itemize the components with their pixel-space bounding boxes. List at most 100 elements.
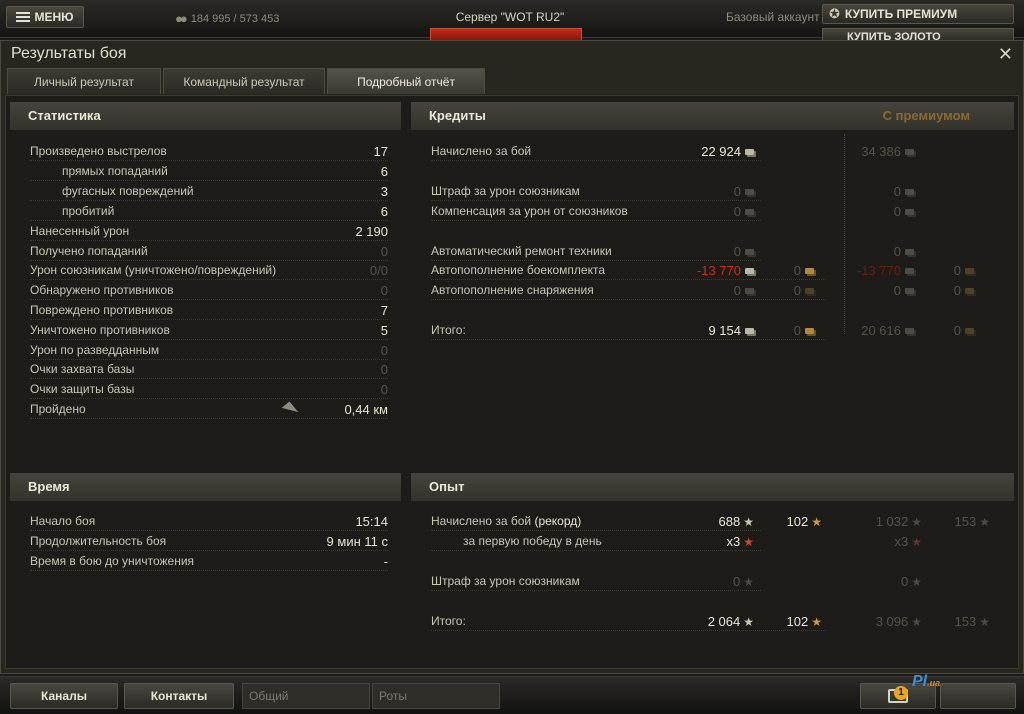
stats-row: пробитий 6 [30,202,388,221]
stats-label: Обнаружено противников [30,283,174,297]
xp-first-win-row: за первую победу в день [431,532,761,551]
stats-row: Повреждено противников 7 [30,301,388,320]
channel-common[interactable]: Общий [242,683,370,709]
menu-button[interactable]: МЕНЮ [6,6,84,28]
premium-star-icon: ✪ [829,6,840,21]
stats-value: 0/0 [369,263,388,278]
credits-ammo-premium: -13 770 [857,263,914,278]
credit-icon [905,268,914,274]
credits-earned-label: Начислено за бой [431,144,532,158]
stats-value: 0,44 км [344,402,388,417]
gold-icon [805,288,814,294]
xp-fine-row: Штраф за урон союзникам [431,572,761,591]
credits-header: Кредиты С премиумом [411,102,1014,130]
xp-star-icon: ★ [743,515,754,529]
time-value: 15:14 [355,514,388,529]
credits-total-label: Итого: [431,323,466,337]
credits-fine-value: 0 [734,184,754,199]
credits-repair-value: 0 [734,244,754,259]
stats-value: 6 [380,164,388,179]
credit-icon [905,288,914,294]
gold-icon [805,328,814,334]
stats-header: Статистика [10,102,401,130]
detailed-report: Статистика Произведено выстрелов 17 прямых… [5,95,1019,669]
gold-icon [965,288,974,294]
results-tabs: Личный результат Командный результат Под… [7,68,485,94]
stats-label: Пройдено [30,402,86,416]
xp-total-premium: 3 096 ★ [875,614,922,629]
credits-comp-value: 0 [734,204,754,219]
stats-row: Очки защиты базы 0 [30,380,388,399]
tab-detailed[interactable]: Подробный отчёт [327,68,485,94]
stats-row: Нанесенный урон 2 190 [30,222,388,241]
tab-team[interactable]: Командный результат [163,68,325,94]
tab-personal[interactable]: Личный результат [7,68,161,94]
credits-comp-label: Компенсация за урон от союзников [431,204,628,218]
channel-companies[interactable]: Роты [372,683,500,709]
credits-repair-label: Автоматический ремонт техники [431,244,612,258]
credits-equip-gold: 0 [794,283,814,298]
online-counter: ●● 184 995 / 573 453 [175,11,279,26]
stats-row: фугасных повреждений 3 [30,182,388,201]
stats-row: Обнаружено противников 0 [30,281,388,300]
credit-icon [905,209,914,215]
free-xp-star-icon: ★ [979,515,990,529]
stats-value: 0 [380,343,388,358]
stats-label: Урон союзникам (уничтожено/повреждений) [30,263,277,277]
stats-label: пробитий [62,204,115,218]
players-icon: ●● [175,11,188,26]
credit-icon [745,328,754,334]
stats-row: Урон по разведданным 0 [30,341,388,360]
gold-icon [965,268,974,274]
menu-icon [16,11,31,23]
battle-results-window: Результаты боя ✕ Личный результат Команд… [0,40,1024,674]
credits-ammo-premium-gold: 0 [954,263,974,278]
xp-header: Опыт [411,473,1014,501]
bonus-star-icon: ★ [743,535,754,549]
time-value: - [383,554,388,569]
stats-value: 6 [380,204,388,219]
notifications-button[interactable] [940,683,1016,709]
stats-label: Очки защиты базы [30,382,135,396]
stats-value: 0 [380,362,388,377]
window-title: Результаты боя [11,45,127,62]
credits-repair-premium: 0 [894,244,914,259]
credit-icon [745,249,754,255]
contacts-button[interactable]: Контакты [124,683,234,709]
credits-equip-label: Автопополнение снаряжения [431,283,594,297]
stats-label: прямых попаданий [62,164,168,178]
xp-fine-value: 0 ★ [733,574,754,589]
time-label: Начало боя [30,514,96,528]
stats-row: Очки захвата базы 0 [30,360,388,379]
credits-fine-label: Штраф за урон союзникам [431,184,580,198]
stats-label: Произведено выстрелов [30,144,167,158]
free-xp-star-icon: ★ [811,515,822,529]
xp-earned-premium: 1 032 ★ [875,514,922,529]
credits-comp-row: Компенсация за урон от союзников [431,202,761,221]
buy-premium-button[interactable]: ✪ КУПИТЬ ПРЕМИУМ [822,4,1014,24]
credit-icon [745,268,754,274]
credits-equip-value: 0 [734,283,754,298]
xp-total-row: Итого: [431,612,826,631]
xp-multiplier: x3 ★ [726,534,755,549]
xp-fine-premium: 0 ★ [901,574,922,589]
credits-fine-row: Штраф за урон союзникам [431,182,761,201]
credits-earned-premium: 34 386 [861,144,914,159]
credits-total-gold: 0 [794,323,814,338]
stats-value: 0 [380,244,388,259]
xp-earned-premium-free: 153 ★ [954,514,990,529]
buy-premium-label: КУПИТЬ ПРЕМИУМ [844,7,958,21]
channels-button[interactable]: Каналы [10,683,118,709]
xp-total-value: 2 064 ★ [707,614,754,629]
credits-ammo-label: Автопополнение боекомплекта [431,263,605,277]
gold-icon [965,328,974,334]
xp-earned-free: 102 ★ [786,514,822,529]
online-count: 184 995 / 573 453 [190,12,280,25]
stats-row: Получено попаданий 0 [30,242,388,261]
stats-label: Урон по разведданным [30,343,160,357]
stats-value: 0 [380,382,388,397]
time-value: 9 мин 11 с [326,534,388,549]
record-label: (рекорд) [534,514,582,528]
close-icon[interactable]: ✕ [998,44,1013,65]
credits-total-premium-gold: 0 [954,323,974,338]
